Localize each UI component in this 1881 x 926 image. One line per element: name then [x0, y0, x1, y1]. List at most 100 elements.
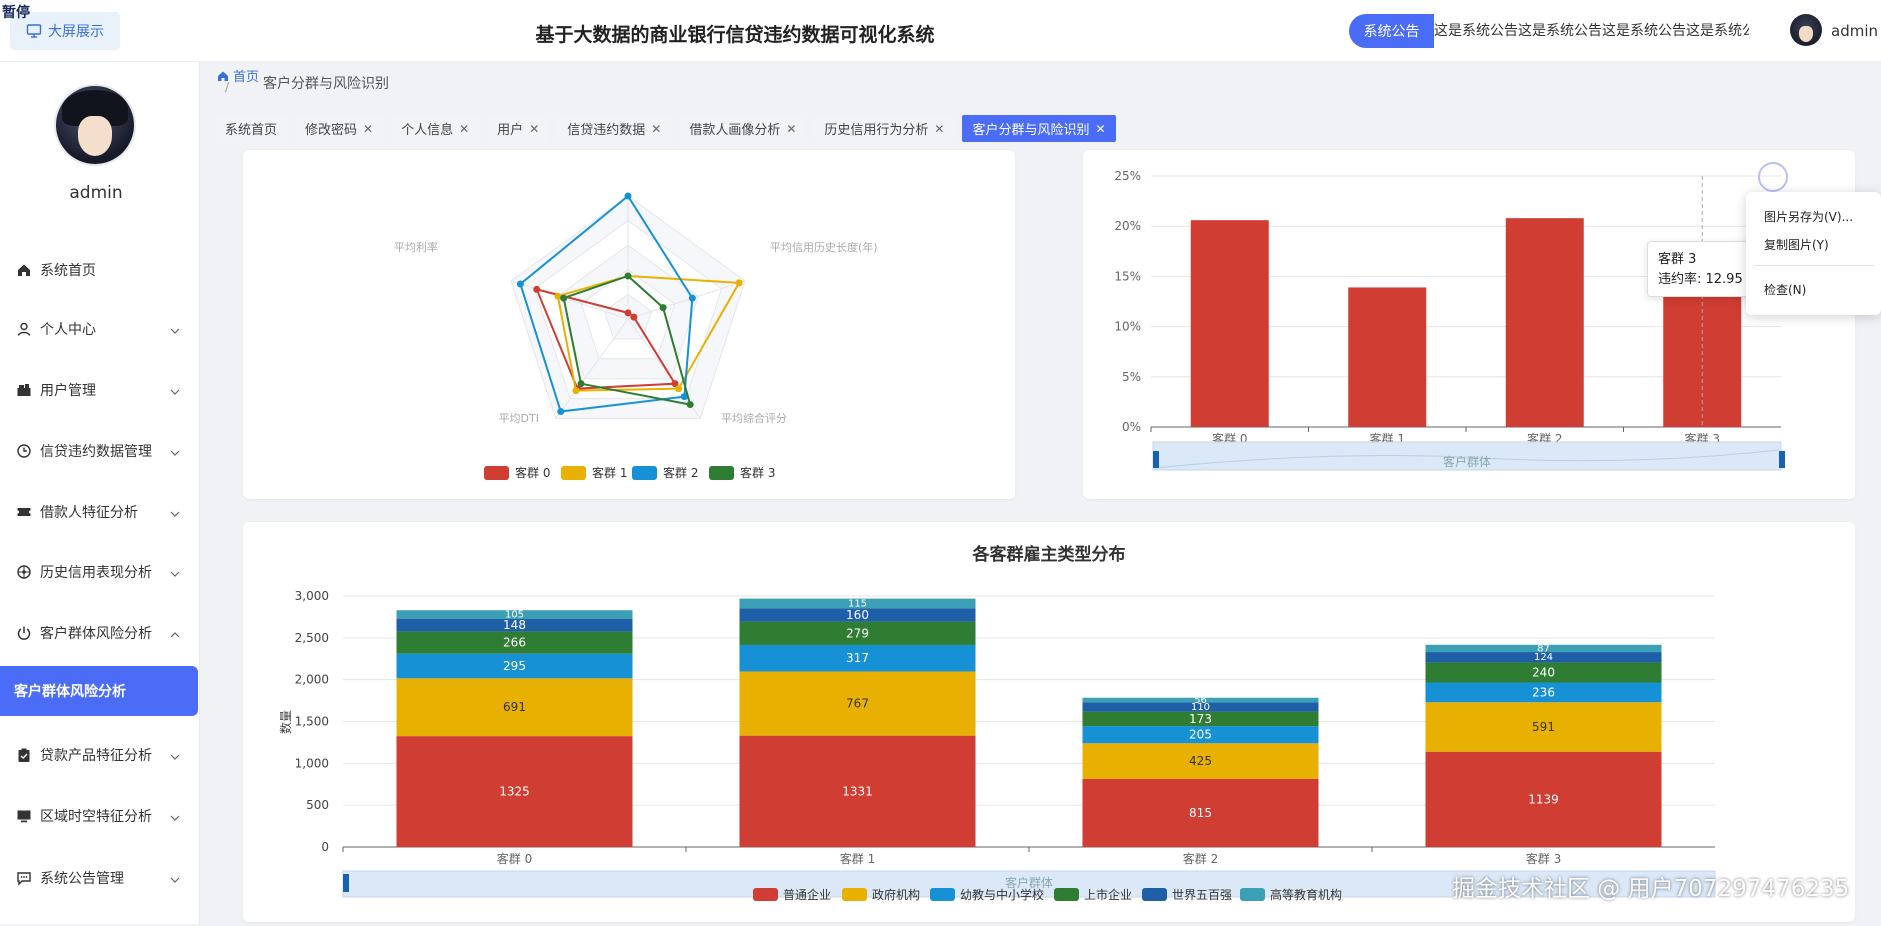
- legend-label[interactable]: 高等教育机构: [1270, 887, 1342, 902]
- user-icon: [16, 321, 32, 337]
- header-avatar[interactable]: [1790, 14, 1822, 46]
- segment-value-label: 115: [848, 598, 867, 609]
- users-icon: [16, 382, 32, 398]
- tab-close-icon[interactable]: ✕: [786, 122, 796, 136]
- sidebar-item-0[interactable]: 系统首页: [0, 250, 198, 290]
- top-header: 大屏展示 基于大数据的商业银行信贷违约数据可视化系统 系统公告 这是系统公告这是…: [0, 0, 1881, 62]
- radar-point[interactable]: [688, 294, 696, 302]
- segment-value-label: 1331: [842, 784, 873, 798]
- sidebar-item-label: 系统首页: [40, 263, 96, 279]
- chevron-down-icon: [170, 507, 180, 517]
- legend-label[interactable]: 上市企业: [1084, 887, 1132, 902]
- sidebar-item-label: 客户群体风险分析: [40, 626, 152, 642]
- legend-label[interactable]: 世界五百强: [1172, 888, 1232, 902]
- y-tick-label: 1,500: [295, 715, 329, 729]
- legend-label[interactable]: 客群 2: [663, 465, 698, 480]
- header-username[interactable]: admin: [1831, 22, 1878, 40]
- sidebar-item-6[interactable]: 客户群体风险分析: [0, 613, 198, 653]
- radar-point[interactable]: [675, 385, 683, 393]
- sidebar-item-9[interactable]: 系统公告管理: [0, 858, 198, 898]
- sidebar-item-2[interactable]: 用户管理: [0, 370, 198, 410]
- bar[interactable]: [1505, 218, 1584, 427]
- tab-0[interactable]: 系统首页: [215, 115, 288, 142]
- tab-1[interactable]: 修改密码 ✕: [295, 115, 384, 142]
- bar[interactable]: [1348, 287, 1427, 427]
- bar[interactable]: [1190, 220, 1269, 427]
- tab-label: 个人信息: [401, 123, 454, 138]
- radar-point[interactable]: [560, 294, 568, 302]
- zoom-handle-right[interactable]: [1779, 451, 1785, 468]
- tab-close-icon[interactable]: ✕: [1096, 122, 1106, 136]
- breadcrumb-current: 客户分群与风险识别: [263, 76, 389, 92]
- sidebar-item-5[interactable]: 历史信用表现分析: [0, 552, 198, 592]
- y-tick-label: 25%: [1114, 169, 1141, 183]
- radar-point[interactable]: [659, 304, 667, 312]
- y-tick-label: 0%: [1122, 420, 1141, 434]
- radar-point[interactable]: [572, 387, 580, 395]
- radar-chart[interactable]: 平均信用历史长度(年) 平均综合评分 平均DTI 平均利率客群 0 客群 1 客群 2 客群…: [243, 150, 1015, 499]
- radar-point[interactable]: [630, 313, 638, 321]
- segment-value-label: 317: [846, 651, 869, 665]
- radar-indicator-label: 平均利率: [394, 240, 438, 254]
- segment-value-label: 160: [846, 608, 869, 622]
- tab-label: 借款人画像分析: [689, 123, 781, 138]
- sidebar-item-4[interactable]: 借款人特征分析: [0, 492, 198, 532]
- ctx-inspect[interactable]: 检查(N): [1764, 281, 1806, 298]
- tab-3[interactable]: 用户 ✕: [487, 115, 550, 142]
- legend-label[interactable]: 客群 0: [515, 465, 550, 480]
- tab-4[interactable]: 信贷违约数据 ✕: [557, 115, 672, 142]
- radar-point[interactable]: [624, 192, 632, 200]
- legend-label[interactable]: 普通企业: [783, 887, 831, 902]
- y-tick-label: 2,500: [295, 631, 329, 645]
- legend-swatch: [632, 466, 657, 480]
- radar-point[interactable]: [686, 401, 694, 409]
- segment-value-label: 173: [1189, 712, 1212, 726]
- radar-indicator-label: 平均综合评分: [721, 411, 787, 425]
- default-rate-bar-chart[interactable]: 0%5%10%15%20%25%客群 0 客群 1 客群 2 客群 3客户群体: [1083, 150, 1855, 499]
- segment-value-label: 691: [503, 700, 526, 714]
- tab-close-icon[interactable]: ✕: [934, 122, 944, 136]
- legend-label[interactable]: 幼教与中小学校: [960, 887, 1044, 902]
- sidebar-item-3[interactable]: 信贷违约数据管理: [0, 431, 198, 471]
- legend-label[interactable]: 客群 1: [592, 465, 627, 480]
- x-tick-label: 客群 0: [497, 851, 532, 866]
- zoom-handle-left[interactable]: [343, 874, 349, 892]
- legend-label[interactable]: 客群 3: [740, 465, 775, 480]
- tab-5[interactable]: 借款人画像分析 ✕: [679, 115, 807, 142]
- sidebar-item-7[interactable]: 贷款产品特征分析: [0, 735, 198, 775]
- tab-6[interactable]: 历史信用行为分析 ✕: [814, 115, 955, 142]
- sidebar-item-1[interactable]: 个人中心: [0, 309, 198, 349]
- breadcrumb-separator: /: [225, 80, 230, 94]
- notice-badge[interactable]: 系统公告: [1349, 14, 1434, 48]
- tab-7[interactable]: 客户分群与风险识别 ✕: [962, 115, 1116, 142]
- tab-close-icon[interactable]: ✕: [529, 122, 539, 136]
- ctx-copy-image[interactable]: 复制图片(Y): [1764, 236, 1829, 253]
- y-tick-label: 20%: [1114, 219, 1141, 233]
- radar-point[interactable]: [533, 285, 541, 293]
- radar-point[interactable]: [557, 408, 565, 416]
- legend-swatch: [1054, 888, 1079, 901]
- segment-value-label: 205: [1189, 728, 1212, 742]
- radar-point[interactable]: [735, 279, 743, 287]
- radar-point[interactable]: [577, 380, 585, 388]
- breadcrumb-home-label: 首页: [233, 70, 260, 85]
- y-tick-label: 0: [321, 840, 329, 854]
- tab-close-icon[interactable]: ✕: [459, 122, 469, 136]
- legend-label[interactable]: 政府机构: [872, 887, 920, 902]
- zoom-handle-left[interactable]: [1153, 451, 1159, 468]
- breadcrumb-home[interactable]: 首页: [217, 66, 259, 85]
- radar-point[interactable]: [516, 280, 524, 288]
- tab-close-icon[interactable]: ✕: [651, 122, 661, 136]
- employer-type-stacked-chart[interactable]: 0 500 1,000 1,500 2,000 2,500 3,000 数量 1325 691 29…: [243, 522, 1855, 922]
- legend-swatch: [930, 888, 955, 901]
- sidebar-item-8[interactable]: 区域时空特征分析: [0, 796, 198, 836]
- tab-close-icon[interactable]: ✕: [363, 122, 373, 136]
- radar-point[interactable]: [624, 272, 632, 280]
- sidebar-subitem-customer-risk[interactable]: 客户群体风险分析: [0, 666, 198, 716]
- segment-value-label: 1139: [1528, 792, 1559, 806]
- ctx-save-image[interactable]: 图片另存为(V)...: [1764, 208, 1853, 225]
- radar-point[interactable]: [624, 309, 632, 317]
- tab-2[interactable]: 个人信息 ✕: [391, 115, 480, 142]
- tab-label: 客户分群与风险识别: [972, 123, 1090, 138]
- tooltip-title: 客群 3: [1658, 252, 1697, 267]
